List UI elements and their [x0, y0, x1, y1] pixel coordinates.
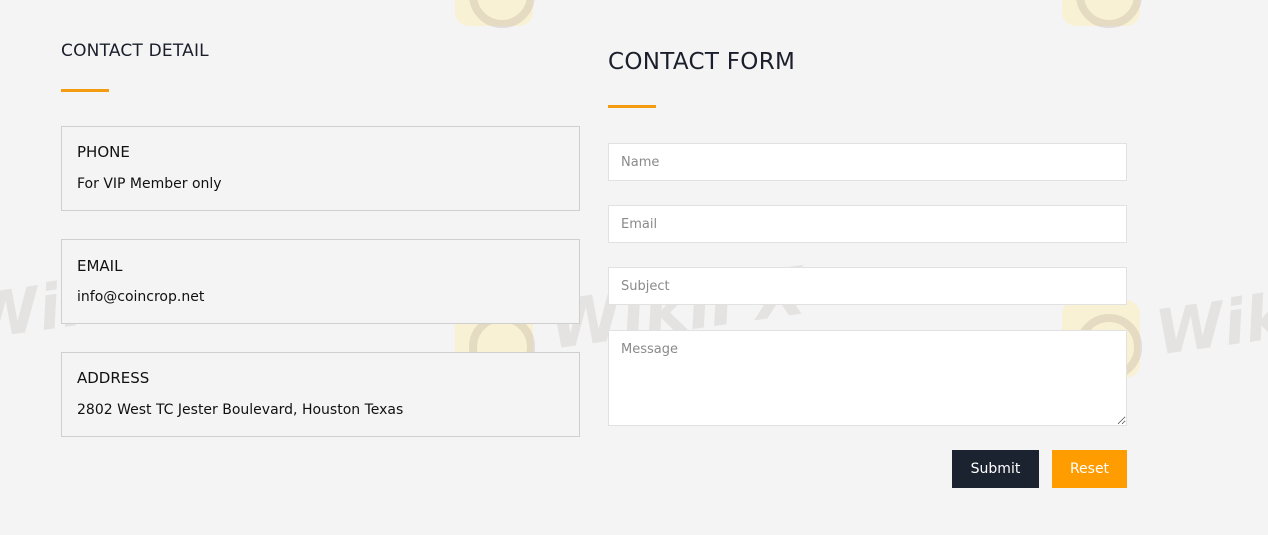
heading-accent-line	[608, 105, 656, 108]
reset-button[interactable]: Reset	[1052, 450, 1127, 488]
contact-detail-heading: CONTACT DETAIL	[61, 41, 209, 61]
message-textarea[interactable]	[608, 330, 1127, 426]
phone-label: PHONE	[77, 143, 130, 161]
address-label: ADDRESS	[77, 369, 150, 387]
email-input[interactable]	[608, 205, 1127, 243]
address-card: ADDRESS 2802 West TC Jester Boulevard, H…	[61, 352, 580, 437]
subject-input[interactable]	[608, 267, 1127, 305]
email-value[interactable]: info@coincrop.net	[77, 289, 204, 305]
contact-form-heading: CONTACT FORM	[608, 49, 796, 75]
email-label: EMAIL	[77, 257, 123, 275]
name-input[interactable]	[608, 143, 1127, 181]
phone-card: PHONE For VIP Member only	[61, 126, 580, 211]
submit-button[interactable]: Submit	[952, 450, 1039, 488]
phone-value: For VIP Member only	[77, 176, 222, 192]
heading-accent-line	[61, 89, 109, 92]
watermark-logo-icon	[1062, 0, 1142, 28]
watermark-logo-icon	[455, 0, 535, 28]
email-card: EMAIL info@coincrop.net	[61, 239, 580, 324]
watermark-text: WikiFX	[1151, 263, 1268, 370]
address-value: 2802 West TC Jester Boulevard, Houston T…	[77, 402, 404, 418]
